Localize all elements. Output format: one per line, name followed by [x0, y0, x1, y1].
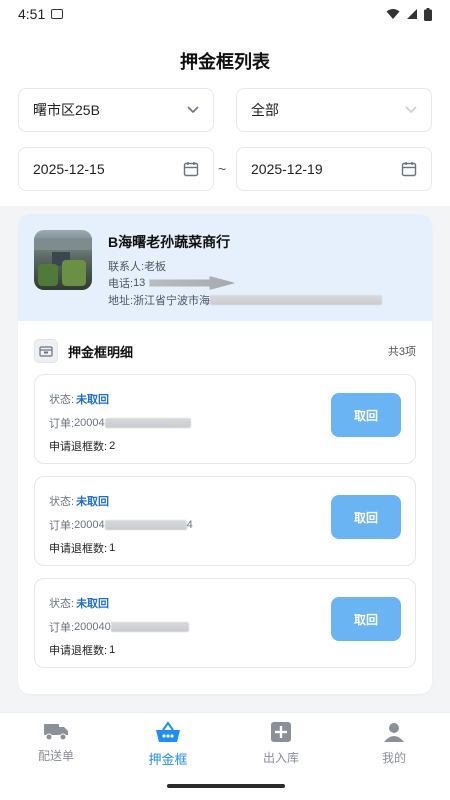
- list-item: 状态: 未取回 订单: 20004 申请退框数: 2 取回: [34, 374, 416, 464]
- home-indicator[interactable]: [167, 784, 285, 788]
- qty-label: 申请退框数:: [49, 543, 108, 555]
- qty-row: 申请退框数: 1: [49, 642, 115, 658]
- shop-photo: [34, 230, 92, 290]
- battery-icon: [424, 7, 432, 21]
- retrieve-button[interactable]: 取回: [331, 597, 401, 641]
- shop-name: B海曙老孙蔬菜商行: [108, 234, 231, 250]
- start-date-field[interactable]: 2025-12-15: [18, 147, 214, 191]
- shop-card: B海曙老孙蔬菜商行 联系人: 老板 电话: 13 地址: 浙江省宁波市海 押金框…: [18, 214, 432, 694]
- status-value: 未取回: [76, 394, 110, 406]
- plus-square-icon: [271, 722, 291, 742]
- status-label: 状态:: [49, 598, 75, 610]
- status-value: 未取回: [76, 496, 110, 508]
- user-icon: [384, 723, 404, 742]
- status-value: 未取回: [76, 598, 110, 610]
- start-date-value: 2025-12-15: [33, 161, 105, 177]
- qty-value: 1: [109, 644, 116, 656]
- list-item: 状态: 未取回 订单: 200040 申请退框数: 1 取回: [34, 578, 416, 668]
- redaction-mask: [104, 520, 187, 530]
- status-row: 状态: 未取回: [49, 595, 109, 611]
- content-area: B海曙老孙蔬菜商行 联系人: 老板 电话: 13 地址: 浙江省宁波市海 押金框…: [0, 206, 450, 712]
- district-select[interactable]: 曙市区25B: [18, 88, 214, 132]
- category-value: 全部: [251, 102, 279, 118]
- tab-label: 我的: [381, 751, 406, 765]
- redaction-mask: [210, 295, 383, 305]
- contact-label: 联系人:: [108, 261, 145, 273]
- category-select[interactable]: 全部: [236, 88, 432, 132]
- tab-delivery[interactable]: 配送单: [0, 721, 112, 764]
- notification-icon: [51, 9, 64, 19]
- tab-label: 押金框: [148, 752, 188, 767]
- order-value: 200040: [74, 621, 111, 633]
- detail-title: 押金框明细: [68, 344, 134, 360]
- date-separator: ~: [218, 161, 227, 177]
- order-label: 订单:: [49, 418, 75, 430]
- tab-deposit-crate[interactable]: 押金框: [112, 721, 224, 768]
- status-label: 状态:: [49, 496, 75, 508]
- tab-label: 出入库: [262, 751, 299, 765]
- qty-row: 申请退框数: 1: [49, 540, 115, 556]
- shop-contact: 联系人: 老板: [108, 258, 166, 274]
- district-value: 曙市区25B: [33, 102, 100, 118]
- address-value: 浙江省宁波市海: [133, 295, 211, 307]
- filter-header: 押金框列表 曙市区25B 全部 2025-12-15 ~ 2025-12-19: [0, 28, 450, 206]
- end-date-field[interactable]: 2025-12-19: [236, 147, 432, 191]
- redaction-mask: [149, 276, 236, 290]
- status-label: 状态:: [49, 394, 75, 406]
- shop-info[interactable]: B海曙老孙蔬菜商行 联系人: 老板 电话: 13 地址: 浙江省宁波市海: [18, 214, 432, 321]
- qty-value: 1: [109, 542, 116, 554]
- address-label: 地址:: [108, 295, 134, 307]
- end-date-value: 2025-12-19: [251, 161, 323, 177]
- tab-label: 配送单: [37, 749, 74, 763]
- tab-mine[interactable]: 我的: [338, 721, 450, 766]
- item-count: 共3项: [387, 346, 416, 358]
- list-item: 状态: 未取回 订单: 20004 4 申请退框数: 1 取回: [34, 476, 416, 566]
- order-value: 20004: [74, 519, 105, 531]
- status-time: 4:51: [18, 6, 46, 22]
- qty-value: 2: [109, 440, 116, 452]
- wifi-icon: [386, 9, 400, 19]
- shop-address: 地址: 浙江省宁波市海: [108, 292, 383, 308]
- retrieve-button[interactable]: 取回: [331, 393, 401, 437]
- contact-value: 老板: [144, 261, 167, 273]
- order-value: 20004: [74, 417, 105, 429]
- signal-icon: [407, 9, 417, 19]
- basket-icon: [156, 721, 180, 742]
- order-row: 订单: 20004 4: [49, 517, 193, 533]
- redaction-mask: [104, 418, 191, 428]
- calendar-icon: [183, 162, 199, 177]
- order-row: 订单: 20004: [49, 415, 191, 431]
- calendar-icon: [401, 162, 417, 177]
- page-title: 押金框列表: [180, 52, 270, 72]
- chevron-down-icon: [405, 106, 417, 114]
- qty-label: 申请退框数:: [49, 645, 108, 657]
- order-tail: 4: [186, 519, 193, 531]
- status-row: 状态: 未取回: [49, 391, 109, 407]
- tab-inventory[interactable]: 出入库: [225, 721, 337, 766]
- phone-label: 电话:: [108, 278, 134, 290]
- redaction-mask: [110, 622, 189, 632]
- detail-header: 押金框明细 共3项: [34, 337, 416, 365]
- order-row: 订单: 200040: [49, 619, 189, 635]
- status-bar: 4:51: [0, 0, 450, 28]
- order-label: 订单:: [49, 622, 75, 634]
- order-label: 订单:: [49, 520, 75, 532]
- status-row: 状态: 未取回: [49, 493, 109, 509]
- retrieve-button[interactable]: 取回: [331, 495, 401, 539]
- chevron-down-icon: [187, 106, 199, 114]
- truck-icon: [44, 724, 68, 741]
- qty-row: 申请退框数: 2: [49, 438, 115, 454]
- phone-value: 13: [133, 277, 146, 289]
- shop-phone: 电话: 13: [108, 275, 236, 291]
- crate-icon: [34, 339, 58, 363]
- qty-label: 申请退框数:: [49, 441, 108, 453]
